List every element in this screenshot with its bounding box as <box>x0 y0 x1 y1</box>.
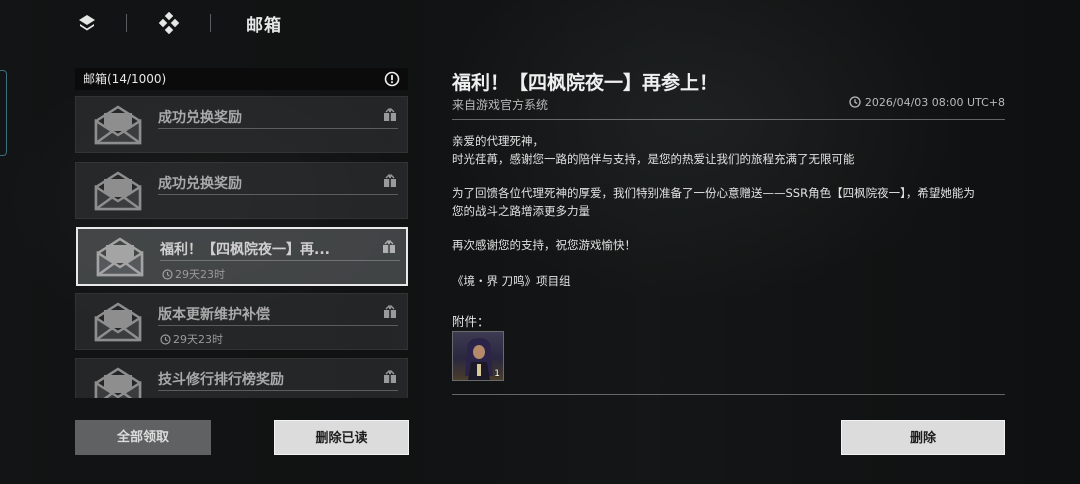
divider <box>158 390 398 391</box>
divider <box>452 394 1005 395</box>
expiry-timer: 29天23时 <box>162 266 225 282</box>
clock-icon <box>162 269 173 280</box>
mail-item-selected[interactable]: 福利！【四枫院夜一】再... 29天23时 <box>76 227 408 286</box>
envelope-icon <box>94 302 142 342</box>
envelope-icon <box>94 367 142 398</box>
mail-date: 2026/04/03 08:00 UTC+8 <box>849 96 1005 109</box>
mail-item[interactable]: 技斗修行排行榜奖励 <box>75 358 408 398</box>
mail-body-line: 亲爱的代理死神， <box>452 134 544 148</box>
layers-icon[interactable] <box>76 12 98 34</box>
divider <box>158 194 398 195</box>
mail-body-line: 时光荏苒，感谢您一路的陪伴与支持，是您的热爱让我们的旅程充满了无限可能 <box>452 152 855 166</box>
top-bar: 邮箱 <box>0 0 1080 48</box>
gift-icon <box>384 108 396 121</box>
attachment-item[interactable]: 1 <box>452 331 504 381</box>
mail-title: 版本更新维护补偿 <box>158 307 270 323</box>
expiry-text: 29天23时 <box>175 268 225 281</box>
envelope-icon <box>94 171 142 211</box>
delete-button[interactable]: 删除 <box>841 420 1005 455</box>
mail-body-line: 再次感谢您的支持，祝您游戏愉快！ <box>452 238 636 252</box>
diamond-grid-icon[interactable] <box>158 12 180 34</box>
divider <box>452 119 1005 120</box>
claim-all-button[interactable]: 全部领取 <box>75 420 211 455</box>
page-title: 邮箱 <box>246 16 282 36</box>
mail-date-text: 2026/04/03 08:00 UTC+8 <box>864 96 1005 109</box>
expiry-text: 29天23时 <box>173 333 223 346</box>
mail-sender: 来自游戏官方系统 <box>452 98 549 112</box>
mail-title: 技斗修行排行榜奖励 <box>158 372 284 388</box>
attachment-count: 1 <box>494 369 500 379</box>
character-portrait-icon <box>465 338 493 380</box>
gift-icon <box>384 305 396 318</box>
attachments-label: 附件： <box>452 314 490 329</box>
mail-item[interactable]: 成功兑换奖励 <box>75 96 408 153</box>
nav-separator <box>210 14 211 32</box>
clock-icon <box>849 96 861 108</box>
mail-body-line: 您的战斗之路增添更多力量 <box>452 204 590 218</box>
expiry-timer: 29天23时 <box>160 331 223 347</box>
mail-body-line: 《境・界 刀鸣》项目组 <box>452 274 571 288</box>
delete-read-button[interactable]: 删除已读 <box>274 420 409 455</box>
mailbox-count-label: 邮箱(14/1000) <box>83 72 167 86</box>
mail-title: 福利！【四枫院夜一】再... <box>160 242 330 258</box>
gift-icon <box>384 370 396 383</box>
mail-item[interactable]: 成功兑换奖励 <box>75 162 408 219</box>
mail-body-line: 为了回馈各位代理死神的厚爱，我们特别准备了一份心意赠送——SSR角色【四枫院夜一… <box>452 186 975 200</box>
mail-title: 成功兑换奖励 <box>158 176 242 192</box>
mail-list[interactable]: 成功兑换奖励 成功兑换奖励 福利！【四枫院夜一】再... 29天23时 版本更新… <box>75 96 408 398</box>
divider <box>158 128 398 129</box>
gift-icon <box>383 240 395 253</box>
side-tab-handle[interactable] <box>0 70 7 156</box>
divider <box>158 325 398 326</box>
mail-title: 成功兑换奖励 <box>158 110 242 126</box>
mail-detail-title: 福利！【四枫院夜一】再参上！ <box>452 72 719 94</box>
divider <box>160 260 400 261</box>
mailbox-count-header: 邮箱(14/1000) <box>75 68 408 90</box>
exclamation-circle-icon[interactable] <box>384 71 400 87</box>
envelope-icon <box>94 105 142 145</box>
gift-icon <box>384 174 396 187</box>
clock-icon <box>160 334 171 345</box>
envelope-icon <box>96 237 144 277</box>
nav-separator <box>126 14 127 32</box>
mail-item[interactable]: 版本更新维护补偿 29天23时 <box>75 293 408 350</box>
